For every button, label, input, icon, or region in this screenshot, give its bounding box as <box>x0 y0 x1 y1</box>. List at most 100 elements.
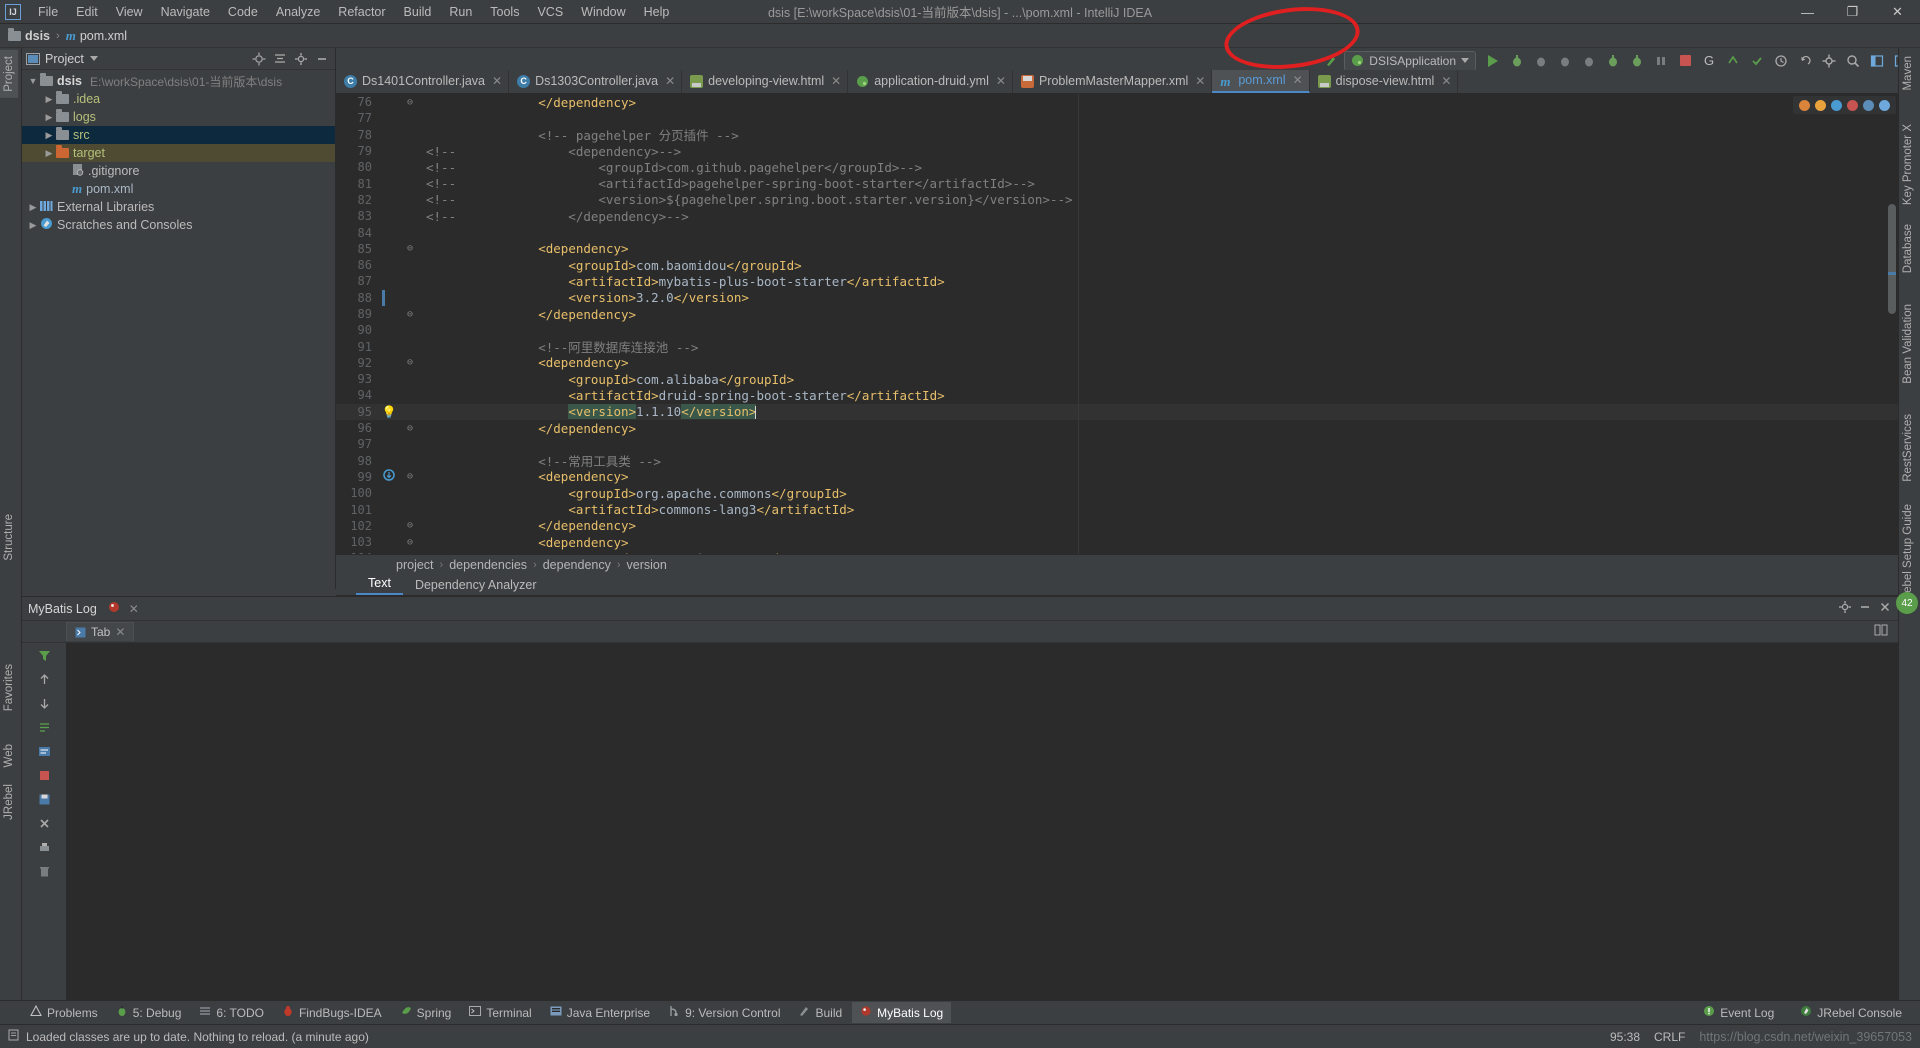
menu-item-window[interactable]: Window <box>572 2 634 22</box>
breadcrumb-file[interactable]: m pom.xml <box>66 28 127 44</box>
chevron-right-icon[interactable]: ▶ <box>42 112 56 123</box>
revert-icon[interactable] <box>1794 50 1816 72</box>
log-output[interactable] <box>66 643 1898 1000</box>
editor-view-tab-text[interactable]: Text <box>356 574 403 595</box>
strip-tab-restservices[interactable]: RestServices <box>1899 408 1917 488</box>
tree-node-src[interactable]: ▶ src <box>22 126 335 144</box>
fold-toggle-icon[interactable]: ⊖ <box>400 357 420 368</box>
profile-icon[interactable] <box>1554 50 1576 72</box>
collapse-all-icon[interactable] <box>271 50 289 68</box>
log-close-icon[interactable]: ✕ <box>129 602 139 616</box>
search-icon[interactable] <box>1842 50 1864 72</box>
strip-tab-database[interactable]: Database <box>1899 218 1917 279</box>
gear-icon[interactable] <box>1838 600 1852 617</box>
tree-node-scratches-and-consoles[interactable]: ▶ Scratches and Consoles <box>22 216 335 234</box>
editor-tab-close-icon[interactable]: ✕ <box>1195 74 1205 88</box>
editor-tab-close-icon[interactable]: ✕ <box>492 74 502 88</box>
history-icon[interactable] <box>1770 50 1792 72</box>
run-configuration-selector[interactable]: DSISApplication <box>1344 50 1476 71</box>
editor-tab-close-icon[interactable]: ✕ <box>996 74 1006 88</box>
print-icon[interactable] <box>33 836 55 858</box>
log-layout-icon[interactable] <box>1874 623 1898 640</box>
run-icon[interactable] <box>1482 50 1504 72</box>
editor-view-tab-dependency-analyzer[interactable]: Dependency Analyzer <box>403 576 549 595</box>
editor-tab-ds1303controller-java[interactable]: C Ds1303Controller.java ✕ <box>509 70 683 93</box>
minimize-log-icon[interactable] <box>1858 600 1872 617</box>
fold-toggle-icon[interactable]: ⊖ <box>400 97 420 108</box>
bottom-tab-9-version-control[interactable]: 9: Version Control <box>660 1002 788 1023</box>
bottom-tab-build[interactable]: Build <box>790 1002 850 1023</box>
menu-item-vcs[interactable]: VCS <box>528 2 572 22</box>
menu-item-view[interactable]: View <box>107 2 152 22</box>
debug-icon[interactable] <box>1506 50 1528 72</box>
editor-tab-application-druid-yml[interactable]: application-druid.yml ✕ <box>848 70 1013 93</box>
line-separator[interactable]: CRLF <box>1654 1030 1685 1044</box>
code-editor[interactable]: 76 ⊖ </dependency> 77 78 <!-- pagehelper 分页… <box>336 94 1898 554</box>
strip-tab-project[interactable]: Project <box>0 50 18 98</box>
close-log-icon[interactable] <box>1878 600 1892 617</box>
strip-tab-bean-validation[interactable]: Bean Validation <box>1899 298 1917 390</box>
download-icon[interactable] <box>378 469 400 484</box>
strip-tab-maven[interactable]: Maven <box>1899 50 1917 97</box>
chevron-down-icon[interactable] <box>89 56 98 61</box>
hide-icon[interactable] <box>313 50 331 68</box>
filter-icon[interactable] <box>33 644 55 666</box>
menu-item-file[interactable]: File <box>29 2 67 22</box>
chevron-right-icon[interactable]: ▶ <box>26 220 40 231</box>
fold-toggle-icon[interactable]: ⊖ <box>400 471 420 482</box>
close-button[interactable]: ✕ <box>1875 0 1920 24</box>
strip-tab-jrebel[interactable]: JRebel <box>0 778 18 826</box>
git-label[interactable]: G <box>1698 50 1720 72</box>
inspection-widget[interactable] <box>1793 96 1896 114</box>
editor-tab-developing-view-html[interactable]: developing-view.html ✕ <box>682 70 849 93</box>
fold-toggle-icon[interactable]: ⊖ <box>400 243 420 254</box>
settings-icon[interactable] <box>292 50 310 68</box>
minimize-button[interactable]: — <box>1785 0 1830 24</box>
rerun-icon[interactable] <box>1602 50 1624 72</box>
tree-node-pom.xml[interactable]: m pom.xml <box>22 180 335 198</box>
tree-node-external-libraries[interactable]: ▶ External Libraries <box>22 198 335 216</box>
build-icon[interactable] <box>1320 50 1342 72</box>
coverage-icon[interactable] <box>1530 50 1552 72</box>
menu-item-code[interactable]: Code <box>219 2 267 22</box>
fold-toggle-icon[interactable]: ⊖ <box>400 423 420 434</box>
strip-tab-structure[interactable]: Structure <box>0 508 18 567</box>
bottom-tab-java-enterprise[interactable]: Java Enterprise <box>542 1002 658 1023</box>
editor-tab-close-icon[interactable]: ✕ <box>1441 74 1451 88</box>
up-icon[interactable] <box>33 668 55 690</box>
editor-tab-close-icon[interactable]: ✕ <box>665 74 675 88</box>
menu-item-refactor[interactable]: Refactor <box>329 2 394 22</box>
bottom-tab-terminal[interactable]: Terminal <box>461 1002 539 1023</box>
fold-toggle-icon[interactable]: ⊖ <box>400 520 420 531</box>
editor-tab-close-icon[interactable]: ✕ <box>831 74 841 88</box>
chevron-down-icon[interactable]: ▼ <box>26 76 40 86</box>
bottom-tab-jrebel-console[interactable]: JRebel Console <box>1792 1002 1910 1023</box>
maximize-button[interactable]: ❐ <box>1830 0 1875 24</box>
attach-icon[interactable] <box>1578 50 1600 72</box>
update-project-icon[interactable] <box>1722 50 1744 72</box>
bulb-icon[interactable]: 💡 <box>378 405 400 419</box>
wrap-icon[interactable] <box>33 740 55 762</box>
editor-scrollbar[interactable] <box>1888 204 1896 314</box>
fold-toggle-icon[interactable]: ⊖ <box>400 537 420 548</box>
close-icon[interactable] <box>33 812 55 834</box>
caret-position[interactable]: 95:38 <box>1610 1030 1640 1044</box>
save-icon[interactable] <box>33 788 55 810</box>
fold-toggle-icon[interactable]: ⊖ <box>400 309 420 320</box>
bottom-tab-5-debug[interactable]: 5: Debug <box>108 1002 190 1023</box>
rerun-debug-icon[interactable] <box>1626 50 1648 72</box>
menu-item-navigate[interactable]: Navigate <box>152 2 219 22</box>
strip-tab-key-promoter[interactable]: Key Promoter X <box>1899 118 1917 211</box>
bottom-tab-event-log[interactable]: Event Log <box>1695 1002 1782 1023</box>
pause-icon[interactable] <box>1650 50 1672 72</box>
breadcrumb-project[interactable]: dsis <box>8 27 50 43</box>
editor-tab-dispose-view-html[interactable]: dispose-view.html ✕ <box>1310 70 1459 93</box>
chevron-right-icon[interactable]: ▶ <box>42 94 56 105</box>
menu-item-edit[interactable]: Edit <box>67 2 107 22</box>
chevron-right-icon[interactable]: ▶ <box>42 148 56 159</box>
xml-breadcrumb-version[interactable]: version <box>627 558 667 572</box>
jrebel-badge[interactable]: 42 <box>1896 592 1918 614</box>
bottom-tab-mybatis-log[interactable]: MyBatis Log <box>852 1002 952 1023</box>
trash-icon[interactable] <box>33 860 55 882</box>
menu-item-analyze[interactable]: Analyze <box>267 2 329 22</box>
